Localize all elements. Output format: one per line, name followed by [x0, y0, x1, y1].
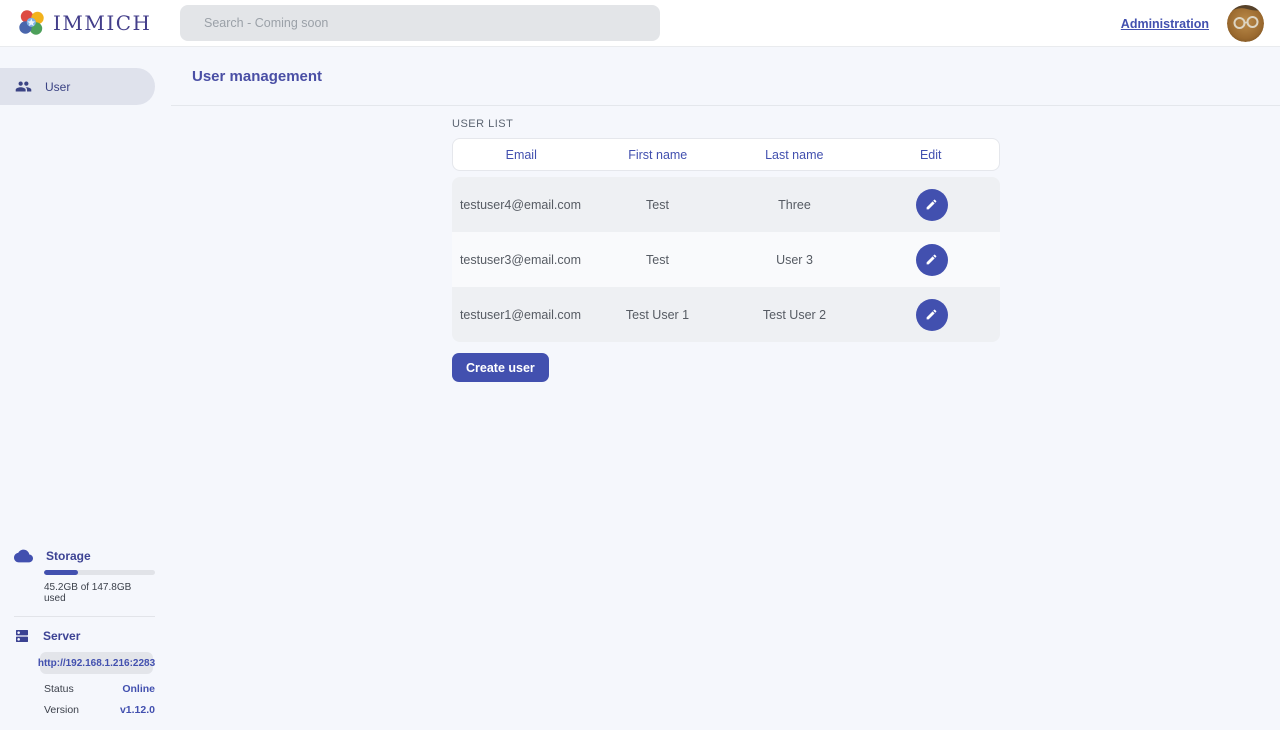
immich-flower-icon — [18, 9, 45, 36]
status-value: Online — [122, 683, 155, 695]
page-title: User management — [192, 68, 322, 85]
table-row: testuser1@email.com Test User 1 Test Use… — [452, 287, 1000, 342]
cell-first-name: Test User 1 — [589, 308, 726, 322]
server-version-row: Version v1.12.0 — [44, 704, 155, 716]
edit-user-button[interactable] — [916, 244, 948, 276]
create-user-button[interactable]: Create user — [452, 353, 549, 382]
sidebar: User Storage 45.2GB of 147.8GB used Serv… — [0, 47, 155, 730]
column-header-first-name: First name — [590, 148, 727, 162]
version-label: Version — [44, 704, 79, 716]
cell-email: testuser1@email.com — [452, 308, 589, 322]
column-header-email: Email — [453, 148, 590, 162]
column-header-last-name: Last name — [726, 148, 863, 162]
cell-last-name: Test User 2 — [726, 308, 863, 322]
storage-title: Storage — [46, 549, 91, 563]
cell-email: testuser4@email.com — [452, 198, 589, 212]
user-avatar[interactable] — [1227, 5, 1264, 42]
immich-logo[interactable]: IMMICH — [18, 9, 152, 36]
cell-last-name: Three — [726, 198, 863, 212]
server-status-row: Status Online — [44, 683, 155, 695]
column-header-edit: Edit — [863, 148, 1000, 162]
storage-usage-text: 45.2GB of 147.8GB used — [44, 582, 155, 604]
edit-user-button[interactable] — [916, 189, 948, 221]
table-row: testuser4@email.com Test Three — [452, 177, 1000, 232]
sidebar-divider — [14, 616, 155, 617]
table-header-row: Email First name Last name Edit — [452, 138, 1000, 171]
sidebar-item-label: User — [45, 80, 70, 94]
cell-first-name: Test — [589, 198, 726, 212]
storage-progress-fill — [44, 570, 78, 575]
cell-first-name: Test — [589, 253, 726, 267]
server-url-badge: http://192.168.1.216:2283 — [40, 652, 153, 674]
app-name: IMMICH — [53, 11, 152, 35]
administration-link[interactable]: Administration — [1121, 17, 1209, 31]
status-label: Status — [44, 683, 74, 695]
search-input[interactable] — [180, 5, 660, 41]
storage-progress-bar — [44, 570, 155, 575]
pencil-icon — [925, 253, 938, 266]
main-area: User management USER LIST Email First na… — [155, 47, 1280, 382]
edit-user-button[interactable] — [916, 299, 948, 331]
cell-email: testuser3@email.com — [452, 253, 589, 267]
main-header: User management — [171, 47, 1280, 106]
server-title: Server — [43, 629, 80, 643]
pencil-icon — [925, 198, 938, 211]
server-icon — [14, 628, 30, 644]
cell-last-name: User 3 — [726, 253, 863, 267]
cloud-icon — [14, 549, 33, 563]
sidebar-bottom: Storage 45.2GB of 147.8GB used Server ht… — [0, 549, 155, 730]
top-navbar: IMMICH Administration — [0, 0, 1280, 47]
table-row: testuser3@email.com Test User 3 — [452, 232, 1000, 287]
sidebar-item-user[interactable]: User — [0, 68, 155, 105]
people-group-icon — [15, 78, 32, 95]
pencil-icon — [925, 308, 938, 321]
version-value: v1.12.0 — [120, 704, 155, 716]
user-list-label: USER LIST — [452, 118, 1000, 130]
user-table: testuser4@email.com Test Three testuser3… — [452, 177, 1000, 342]
